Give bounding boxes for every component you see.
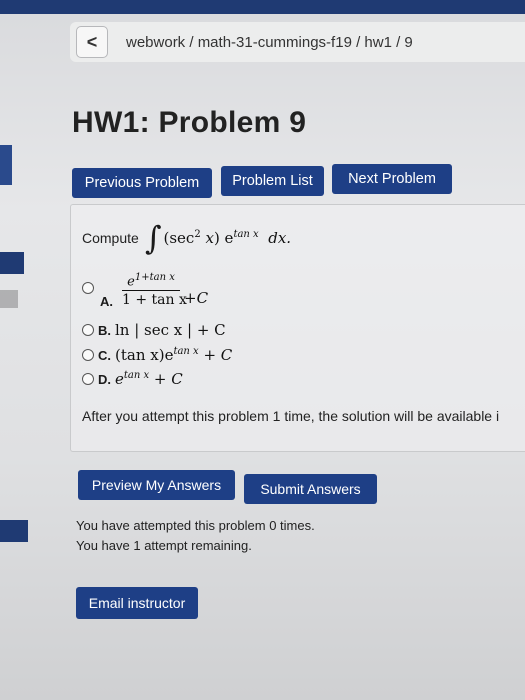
- attempt-count: You have attempted this problem 0 times.: [76, 518, 315, 533]
- constant-term: +C: [184, 289, 209, 307]
- side-nav-marker: [0, 520, 28, 542]
- attempt-status: You have attempted this problem 0 times.…: [76, 516, 315, 556]
- problem-list-button[interactable]: Problem List: [221, 166, 324, 196]
- radio-button[interactable]: [82, 373, 94, 385]
- problem-statement: Compute ∫ (sec2 x) etan x dx.: [82, 222, 291, 254]
- choice-a[interactable]: A. e1+tan x 1 + tan x +C: [82, 272, 212, 320]
- choice-letter: B.: [98, 322, 111, 338]
- side-nav-marker: [0, 145, 12, 185]
- side-nav-marker: [0, 290, 18, 308]
- choice-d[interactable]: D. etan x + C: [82, 370, 183, 388]
- integral-symbol: ∫: [144, 219, 162, 257]
- choice-expression: (tan x)etan x + C: [115, 346, 233, 364]
- choice-letter: C.: [98, 347, 111, 363]
- choice-letter: D.: [98, 371, 111, 387]
- radio-button[interactable]: [82, 349, 94, 361]
- choice-c[interactable]: C. (tan x)etan x + C: [82, 346, 232, 364]
- solution-availability-note: After you attempt this problem 1 time, t…: [82, 408, 500, 424]
- choice-letter: A.: [100, 294, 113, 309]
- breadcrumb: < webwork / math-31-cummings-f19 / hw1 /…: [70, 22, 525, 62]
- side-nav-marker: [0, 252, 24, 274]
- breadcrumb-path[interactable]: webwork / math-31-cummings-f19 / hw1 / 9: [126, 34, 413, 51]
- choice-b[interactable]: B. ln | sec x | + C: [82, 321, 226, 339]
- top-nav-bar: [0, 0, 525, 14]
- choice-expression: etan x + C: [115, 370, 183, 388]
- preview-answers-button[interactable]: Preview My Answers: [78, 470, 235, 500]
- chevron-left-icon[interactable]: <: [76, 26, 108, 58]
- page-title: HW1: Problem 9: [72, 106, 307, 139]
- radio-button[interactable]: [82, 324, 94, 336]
- integrand: (sec2 x) etan x dx.: [163, 229, 292, 247]
- next-problem-button[interactable]: Next Problem: [332, 164, 452, 194]
- radio-button[interactable]: [82, 282, 94, 294]
- submit-answers-button[interactable]: Submit Answers: [244, 474, 377, 504]
- attempts-remaining: You have 1 attempt remaining.: [76, 538, 252, 553]
- previous-problem-button[interactable]: Previous Problem: [72, 168, 212, 198]
- email-instructor-button[interactable]: Email instructor: [76, 587, 198, 619]
- compute-label: Compute: [82, 230, 139, 246]
- fraction: e1+tan x 1 + tan x: [122, 272, 187, 309]
- choice-expression: ln | sec x | + C: [115, 321, 226, 339]
